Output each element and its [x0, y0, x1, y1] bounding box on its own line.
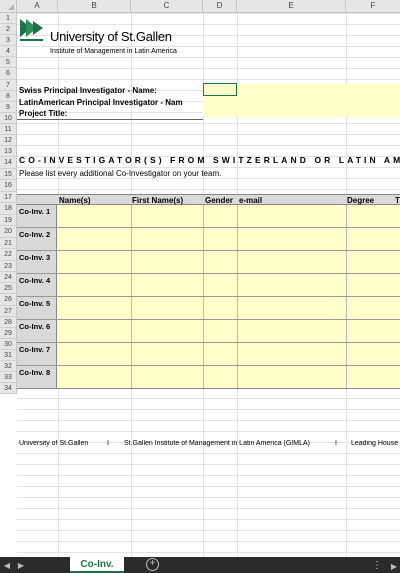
sheet-tab-co-inv[interactable]: Co-Inv. — [70, 557, 124, 573]
select-all-corner[interactable] — [0, 0, 17, 13]
row-header-8[interactable]: 8 — [0, 91, 17, 102]
row-header-5[interactable]: 5 — [0, 57, 17, 68]
column-header-d[interactable]: D — [203, 0, 237, 12]
co-inv-row-label: Co-Inv. 3 — [17, 251, 57, 274]
footer-university: University of St.Gallen — [19, 440, 89, 447]
col-t-header: T — [395, 196, 400, 205]
row-header-30[interactable]: 30 — [0, 339, 17, 350]
footer-leading-house: Leading House — [351, 440, 399, 447]
row-header-22[interactable]: 22 — [0, 249, 17, 261]
column-header-a[interactable]: A — [17, 0, 58, 12]
tab-scroll-icon[interactable]: ▶ — [391, 562, 397, 571]
row-header-bar: 1 2 3 4 5 6 7 8 9 10 11 12 13 14 15 16 17 18 19 20 21 22 23 24 2… — [0, 13, 17, 394]
row-header-6[interactable]: 6 — [0, 68, 17, 80]
row-header-12[interactable]: 12 — [0, 135, 17, 146]
row-header-1[interactable]: 1 — [0, 13, 17, 24]
row-header-4[interactable]: 4 — [0, 46, 17, 57]
col-name-header: Name(s) — [59, 196, 91, 205]
row-header-19[interactable]: 19 — [0, 215, 17, 226]
selected-cell[interactable] — [203, 83, 237, 96]
row-header-15[interactable]: 15 — [0, 169, 17, 180]
scroll-left-icon[interactable]: ◀ — [0, 561, 14, 570]
row-header-13[interactable]: 13 — [0, 146, 17, 157]
col-gender-header: Gender — [205, 196, 234, 205]
hsg-logo-icon — [20, 19, 43, 41]
co-inv-row-label: Co-Inv. 4 — [17, 274, 57, 297]
footer-separator-2: I — [335, 440, 337, 447]
scroll-right-icon[interactable]: ▶ — [14, 561, 28, 570]
footer-separator-1: I — [107, 440, 109, 447]
row-header-31[interactable]: 31 — [0, 350, 17, 361]
row-header-2[interactable]: 2 — [0, 24, 17, 35]
co-inv-row-label: Co-Inv. 8 — [17, 366, 57, 389]
row-header-18[interactable]: 18 — [0, 203, 17, 215]
worksheet-grid[interactable]: University of St.Gallen Institute of Man… — [17, 13, 400, 557]
row-header-29[interactable]: 29 — [0, 328, 17, 339]
row-header-32[interactable]: 32 — [0, 361, 17, 372]
column-header-f[interactable]: F — [346, 0, 400, 12]
swiss-pi-label: Swiss Principal Investigator - Name: — [19, 86, 157, 95]
column-header-e[interactable]: E — [237, 0, 346, 12]
row-header-25[interactable]: 25 — [0, 283, 17, 294]
row-header-9[interactable]: 9 — [0, 102, 17, 113]
row-header-23[interactable]: 23 — [0, 261, 17, 272]
row-header-11[interactable]: 11 — [0, 124, 17, 135]
row-header-17[interactable]: 17 — [0, 192, 17, 203]
row-header-16[interactable]: 16 — [0, 180, 17, 192]
row-header-34[interactable]: 34 — [0, 383, 17, 394]
co-inv-row-label: Co-Inv. 6 — [17, 320, 57, 343]
row-header-21[interactable]: 21 — [0, 238, 17, 249]
column-header-b[interactable]: B — [58, 0, 131, 12]
col-firstname-header: First Name(s) — [132, 196, 184, 205]
row-header-14[interactable]: 14 — [0, 157, 17, 169]
row-header-28[interactable]: 28 — [0, 317, 17, 328]
co-inv-row-label: Co-Inv. 5 — [17, 297, 57, 320]
co-inv-row-label: Co-Inv. 7 — [17, 343, 57, 366]
col-email-header: e-mail — [239, 196, 263, 205]
add-sheet-icon[interactable]: + — [146, 558, 159, 571]
footer-gimla: St.Gallen Institute of Management in Lat… — [124, 440, 310, 447]
row-header-10[interactable]: 10 — [0, 113, 17, 124]
latam-pi-label: LatinAmerican Principal Investigator - N… — [19, 98, 183, 107]
section-heading: CO-INVESTIGATOR(S) FROM SWITZERLAND OR L… — [19, 155, 400, 165]
university-name: University of St.Gallen — [50, 29, 172, 44]
sheet-tab-bar: ◀ ▶ — [0, 557, 400, 573]
co-inv-row-label: Co-Inv. 1 — [17, 205, 57, 228]
row-header-27[interactable]: 27 — [0, 306, 17, 317]
institute-name: Institute of Management in Latin America — [50, 48, 177, 55]
col-degree-header: Degree — [347, 196, 375, 205]
row-header-24[interactable]: 24 — [0, 272, 17, 283]
column-header-c[interactable]: C — [131, 0, 203, 12]
project-title-label: Project Title: — [19, 109, 68, 118]
row-header-3[interactable]: 3 — [0, 35, 17, 46]
instruction-text: Please list every additional Co-Investig… — [19, 169, 222, 178]
row-header-26[interactable]: 26 — [0, 294, 17, 306]
row-header-33[interactable]: 33 — [0, 372, 17, 383]
row-header-7[interactable]: 7 — [0, 80, 17, 91]
more-options-icon[interactable]: ⋮ — [372, 560, 382, 571]
row-header-20[interactable]: 20 — [0, 226, 17, 238]
column-header-bar: A B C D E F — [17, 0, 400, 13]
co-inv-row-label: Co-Inv. 2 — [17, 228, 57, 251]
